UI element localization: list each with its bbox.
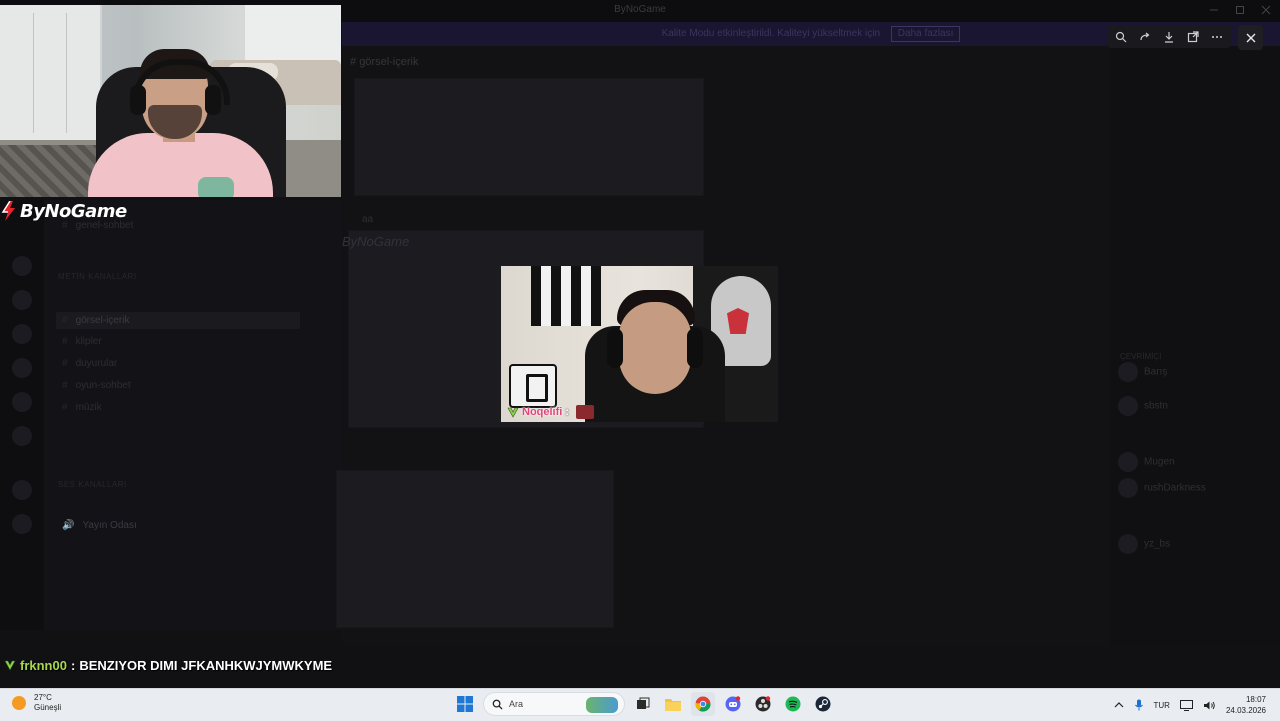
clip-badge-icon	[507, 407, 519, 418]
spotify-button[interactable]	[781, 692, 805, 716]
streamer-webcam	[0, 5, 341, 197]
search-placeholder: Ara	[509, 699, 524, 709]
viewed-image[interactable]: Noqelifi :	[501, 266, 778, 422]
chat-username: frknn00	[20, 657, 67, 673]
add-server-icon[interactable]	[12, 480, 32, 500]
volume-icon[interactable]	[1203, 700, 1216, 711]
message-image[interactable]	[336, 470, 614, 628]
channel-item[interactable]: # oyun-sohbet	[62, 380, 131, 391]
zoom-in-icon[interactable]	[1111, 27, 1131, 47]
member-item[interactable]: Barış	[1118, 362, 1167, 382]
network-icon[interactable]	[1179, 699, 1193, 711]
download-icon[interactable]	[1159, 27, 1179, 47]
member-list: ÇEVRİMİÇİ Barış sbstn Mugen rushDarkness…	[1110, 46, 1280, 646]
clip-emote	[576, 405, 595, 419]
discord-icon	[725, 696, 741, 712]
server-icon[interactable]	[12, 358, 32, 378]
chevron-up-icon[interactable]	[1114, 700, 1124, 710]
brand-logo-icon	[1, 201, 15, 221]
start-button[interactable]	[453, 692, 477, 716]
chat-separator: :	[70, 657, 76, 673]
close-icon	[1246, 33, 1255, 42]
clock-date: 24.03.2026	[1225, 706, 1266, 715]
channel-category[interactable]: METİN KANALLARI	[58, 272, 137, 281]
search-highlight-image	[586, 697, 618, 713]
system-tray: TUR 18:07 24.03.2026	[1114, 694, 1266, 716]
image-viewer-toolbar	[1107, 26, 1231, 48]
task-view-button[interactable]	[631, 692, 655, 716]
file-explorer-button[interactable]	[661, 692, 685, 716]
clip-chat-line: Noqelifi :	[507, 404, 595, 420]
server-list	[0, 200, 44, 630]
language-indicator[interactable]: TUR	[1154, 701, 1170, 710]
server-icon[interactable]	[12, 392, 32, 412]
more-icon[interactable]	[1207, 27, 1227, 47]
taskbar: 27°C Güneşli Ara TUR 18:07 24.03.2026	[0, 688, 1280, 721]
chat-header: # görsel-içerik	[350, 56, 419, 68]
sun-icon	[12, 696, 26, 710]
obs-icon	[755, 696, 771, 712]
steam-icon	[815, 696, 831, 712]
member-item[interactable]: Mugen	[1118, 452, 1175, 472]
obs-button[interactable]	[751, 692, 775, 716]
server-icon[interactable]	[12, 256, 32, 276]
online-header: ÇEVRİMİÇİ	[1120, 352, 1162, 361]
channel-item[interactable]: # müzik	[62, 402, 102, 413]
clock[interactable]: 18:07 24.03.2026	[1226, 694, 1266, 716]
open-external-icon[interactable]	[1183, 27, 1203, 47]
discover-icon[interactable]	[12, 514, 32, 534]
forward-icon[interactable]	[1135, 27, 1155, 47]
chrome-icon	[695, 696, 711, 712]
channel-item[interactable]: # duyurular	[62, 358, 117, 369]
clock-time: 18:07	[1245, 695, 1266, 704]
folder-icon	[665, 699, 681, 711]
channel-category[interactable]: SES KANALLARI	[58, 480, 127, 489]
window-controls	[1208, 2, 1272, 18]
message-image[interactable]	[354, 78, 704, 196]
brand-name: ByNoGame	[20, 200, 127, 222]
server-icon[interactable]	[12, 290, 32, 310]
channel-sidebar: # genel-sohbet METİN KANALLARI # görsel-iç…	[44, 200, 342, 630]
windows-icon	[457, 696, 473, 712]
chrome-button[interactable]	[691, 692, 715, 716]
banner-text: Kalite Modu etkinleştirildi. Kaliteyi yü…	[661, 28, 881, 39]
steam-button[interactable]	[811, 692, 835, 716]
message-author[interactable]: aa	[362, 214, 373, 225]
clip-separator: :	[565, 406, 570, 418]
banner-cta-button[interactable]: Daha fazlası	[890, 26, 961, 42]
subscriber-badge-icon	[4, 659, 16, 671]
server-icon[interactable]	[12, 426, 32, 446]
microphone-icon[interactable]	[1134, 699, 1144, 711]
channel-item[interactable]: # klipler	[62, 336, 102, 347]
server-icon[interactable]	[12, 324, 32, 344]
member-item[interactable]: yz_bs	[1118, 534, 1170, 554]
clip-username: Noqelifi	[522, 406, 563, 418]
discord-button[interactable]	[721, 692, 745, 716]
taskbar-search[interactable]: Ara	[483, 692, 625, 716]
weather-condition: Güneşli	[34, 703, 62, 712]
image-watermark: ByNoGame	[342, 234, 410, 249]
maximize-icon[interactable]	[1234, 2, 1246, 18]
channel-item-active[interactable]: # görsel-içerik	[56, 312, 300, 329]
weather-widget[interactable]: 27°C Güneşli	[12, 693, 61, 713]
stream-brand: ByNoGame	[0, 199, 127, 223]
member-item[interactable]: rushDarkness	[1118, 478, 1206, 498]
close-viewer-button[interactable]	[1238, 25, 1263, 50]
member-item[interactable]: sbstn	[1118, 396, 1168, 416]
close-window-icon[interactable]	[1260, 2, 1272, 18]
stream-chat-overlay: frknn00 : BENZIYOR DIMI JFKANHKWJYMWKYME	[4, 656, 332, 674]
taskbar-apps: Ara	[453, 692, 835, 716]
minimize-icon[interactable]	[1208, 2, 1220, 18]
chat-message: BENZIYOR DIMI JFKANHKWJYMWKYME	[79, 657, 333, 673]
spotify-icon	[785, 696, 801, 712]
voice-channel-item[interactable]: 🔊 Yayın Odası	[62, 520, 137, 531]
search-icon	[492, 699, 503, 710]
task-view-icon	[637, 697, 650, 709]
temperature: 27°C	[34, 693, 52, 702]
